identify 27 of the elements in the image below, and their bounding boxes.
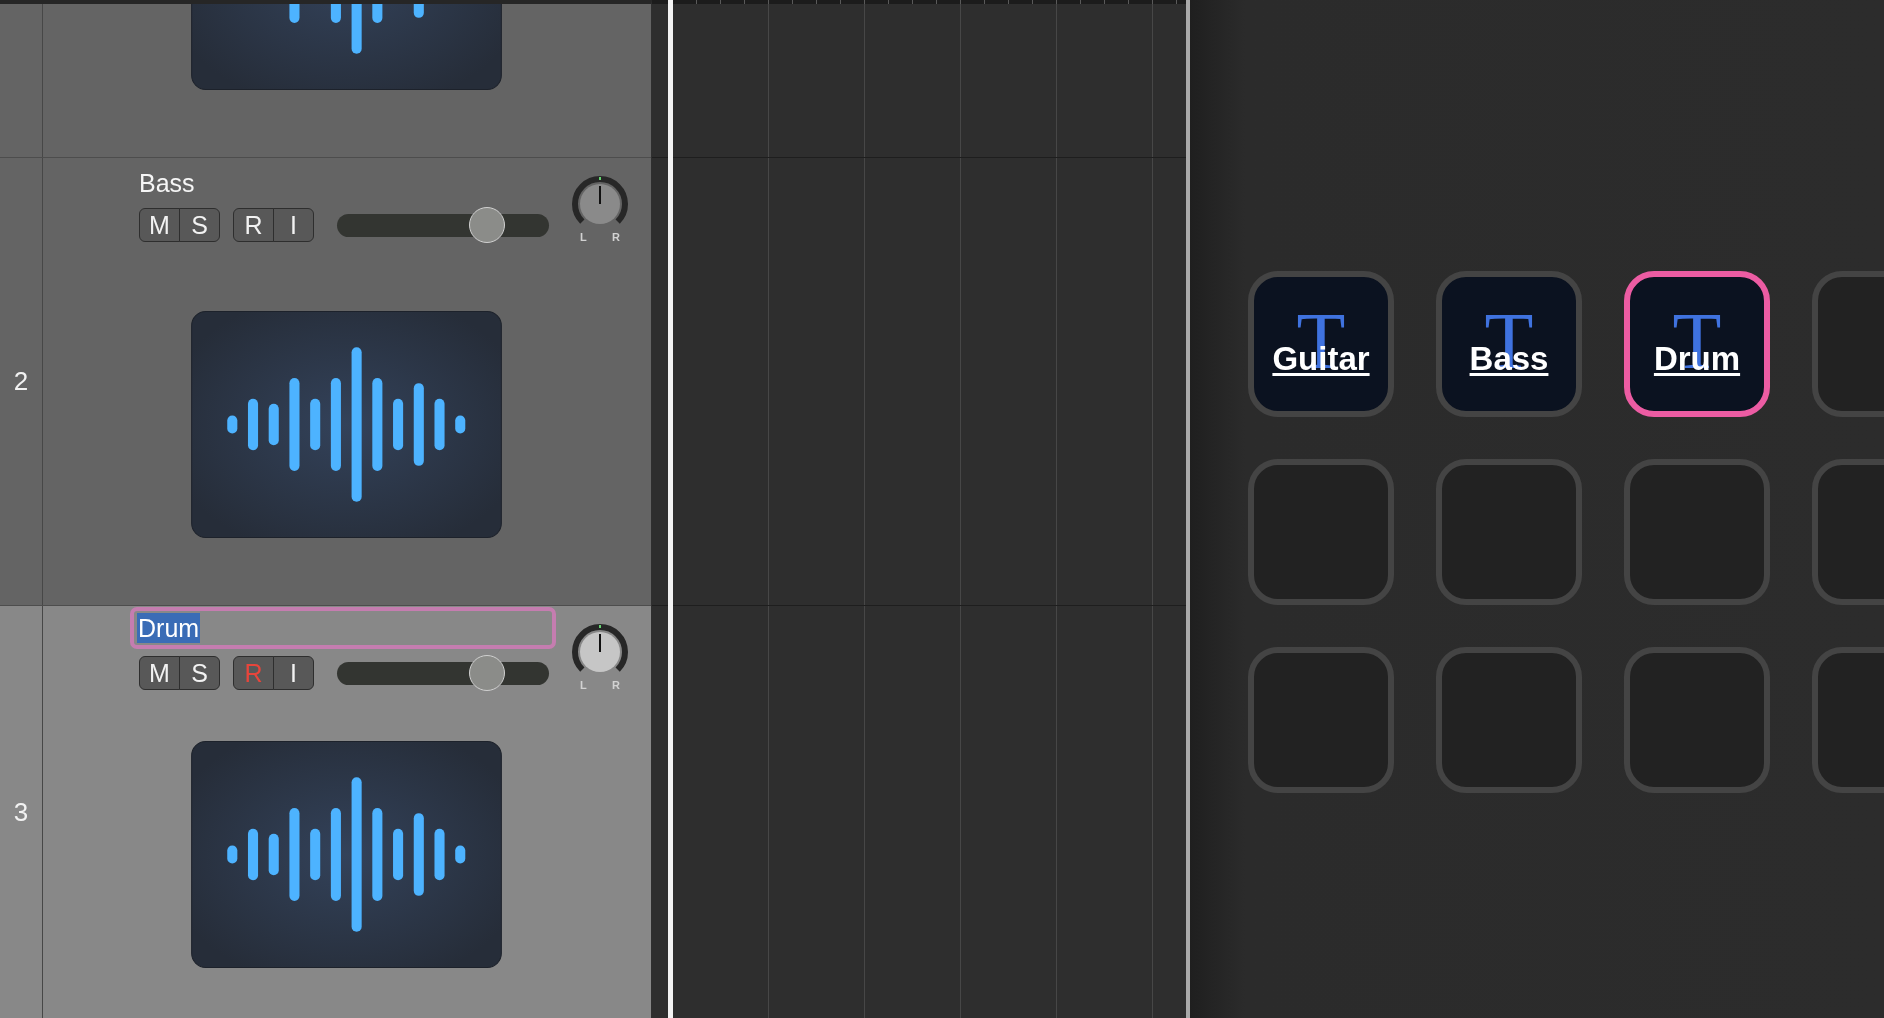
waveform-icon (191, 741, 502, 968)
track-number: 3 (13, 797, 29, 827)
empty-key-button[interactable] (1248, 459, 1394, 605)
empty-key-button[interactable] (1624, 647, 1770, 793)
mute-button[interactable]: M (139, 208, 180, 242)
solo-button[interactable]: S (179, 656, 220, 690)
pan-right-label: R (612, 679, 620, 691)
volume-thumb[interactable] (469, 655, 505, 691)
input-monitor-button[interactable]: I (273, 656, 314, 690)
solo-button[interactable]: S (179, 208, 220, 242)
pan-left-label: L (580, 679, 587, 691)
empty-key-button[interactable] (1436, 647, 1582, 793)
track-number: 2 (13, 367, 29, 396)
track-row[interactable]: 3 Drum M S R I L R (0, 606, 651, 1018)
track-name[interactable]: Bass (139, 169, 195, 198)
input-monitor-button[interactable]: I (273, 208, 314, 242)
volume-thumb[interactable] (469, 207, 505, 243)
empty-key-button[interactable] (1248, 647, 1394, 793)
empty-key-button[interactable] (1436, 459, 1582, 605)
waveform-icon (191, 310, 502, 538)
track-row[interactable]: 2 Bass M S R I L R (0, 158, 651, 606)
empty-key-button[interactable] (1624, 459, 1770, 605)
record-arm-button[interactable]: R (233, 208, 274, 242)
mute-button[interactable]: M (139, 656, 180, 690)
track-name-field[interactable]: Drum (130, 607, 556, 649)
pan-left-label: L (580, 231, 587, 243)
pan-right-label: R (612, 231, 620, 243)
